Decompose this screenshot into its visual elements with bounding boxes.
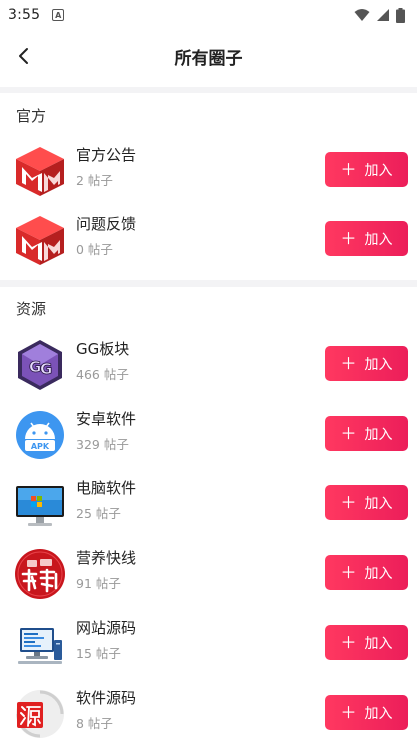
list-item[interactable]: G G GG板块 466 帖子 ＋ 加入: [0, 332, 417, 396]
list-item[interactable]: 营养快线 91 帖子 ＋ 加入: [0, 541, 417, 605]
item-post-count: 0 帖子: [76, 242, 113, 257]
computer-code-icon: [14, 618, 66, 670]
back-button[interactable]: [8, 40, 40, 72]
item-name: 安卓软件: [76, 410, 137, 428]
item-name: 软件源码: [76, 689, 137, 707]
join-button[interactable]: ＋ 加入: [325, 416, 408, 451]
join-label: 加入: [364, 162, 393, 179]
item-name: 问题反馈: [76, 215, 137, 233]
item-post-count: 329 帖子: [76, 437, 129, 452]
svg-text:APK: APK: [31, 442, 50, 451]
desktop-monitor-icon: [14, 478, 66, 530]
list-item[interactable]: 官方公告 2 帖子 ＋ 加入: [0, 138, 417, 202]
item-name: 官方公告: [76, 146, 137, 164]
join-label: 加入: [364, 635, 393, 652]
signal-icon: [377, 9, 389, 21]
fuli-red-circle-icon: [14, 548, 66, 600]
page-title: 所有圈子: [174, 48, 243, 69]
join-label: 加入: [364, 356, 393, 373]
join-label: 加入: [364, 705, 393, 722]
plus-icon: ＋: [340, 353, 357, 373]
plus-icon: ＋: [340, 492, 357, 512]
join-label: 加入: [364, 565, 393, 582]
list-item[interactable]: APK 安卓软件 329 帖子 ＋ 加入: [0, 402, 417, 466]
item-post-count: 25 帖子: [76, 506, 121, 521]
join-button[interactable]: ＋ 加入: [325, 221, 408, 256]
item-post-count: 466 帖子: [76, 367, 129, 382]
join-button[interactable]: ＋ 加入: [325, 346, 408, 381]
status-time: 3:55: [8, 7, 41, 23]
item-name: 电脑软件: [76, 479, 137, 497]
plus-icon: ＋: [340, 423, 357, 443]
red-cube-logo-icon: [14, 145, 66, 197]
list-item[interactable]: 网站源码 15 帖子 ＋ 加入: [0, 611, 417, 675]
section-title-resources: 资源: [16, 300, 47, 318]
item-name: 网站源码: [76, 619, 137, 637]
status-icons: [354, 7, 405, 23]
item-post-count: 91 帖子: [76, 576, 121, 591]
join-button[interactable]: ＋ 加入: [325, 555, 408, 590]
yuan-stamp-icon: [14, 688, 66, 740]
section-divider: [0, 280, 417, 287]
item-post-count: 15 帖子: [76, 646, 121, 661]
red-cube-logo-icon: [14, 214, 66, 266]
item-post-count: 8 帖子: [76, 716, 113, 731]
plus-icon: ＋: [340, 702, 357, 722]
wifi-icon: [354, 9, 370, 21]
apk-android-icon: APK: [14, 409, 66, 461]
item-name: GG板块: [76, 340, 130, 358]
join-label: 加入: [364, 495, 393, 512]
list-item[interactable]: 软件源码 8 帖子 ＋ 加入: [0, 681, 417, 743]
join-button[interactable]: ＋ 加入: [325, 485, 408, 520]
status-bar: 3:55 A: [0, 0, 417, 30]
join-label: 加入: [364, 426, 393, 443]
item-post-count: 2 帖子: [76, 173, 113, 188]
battery-icon: [396, 7, 405, 23]
section-divider: [0, 87, 417, 93]
section-title-official: 官方: [16, 107, 47, 125]
plus-icon: ＋: [340, 632, 357, 652]
join-label: 加入: [364, 231, 393, 248]
plus-icon: ＋: [340, 159, 357, 179]
join-button[interactable]: ＋ 加入: [325, 152, 408, 187]
plus-icon: ＋: [340, 562, 357, 582]
join-button[interactable]: ＋ 加入: [325, 625, 408, 660]
list-item[interactable]: 问题反馈 0 帖子 ＋ 加入: [0, 207, 417, 271]
title-bar: 所有圈子: [0, 30, 417, 82]
gg-guardian-logo-icon: G G: [14, 339, 66, 391]
svg-text:G: G: [40, 360, 52, 378]
item-name: 营养快线: [76, 549, 137, 567]
notification-icon: A: [52, 9, 65, 21]
list-item[interactable]: 电脑软件 25 帖子 ＋ 加入: [0, 471, 417, 535]
join-button[interactable]: ＋ 加入: [325, 695, 408, 730]
chevron-left-icon: [19, 48, 28, 64]
plus-icon: ＋: [340, 228, 357, 248]
